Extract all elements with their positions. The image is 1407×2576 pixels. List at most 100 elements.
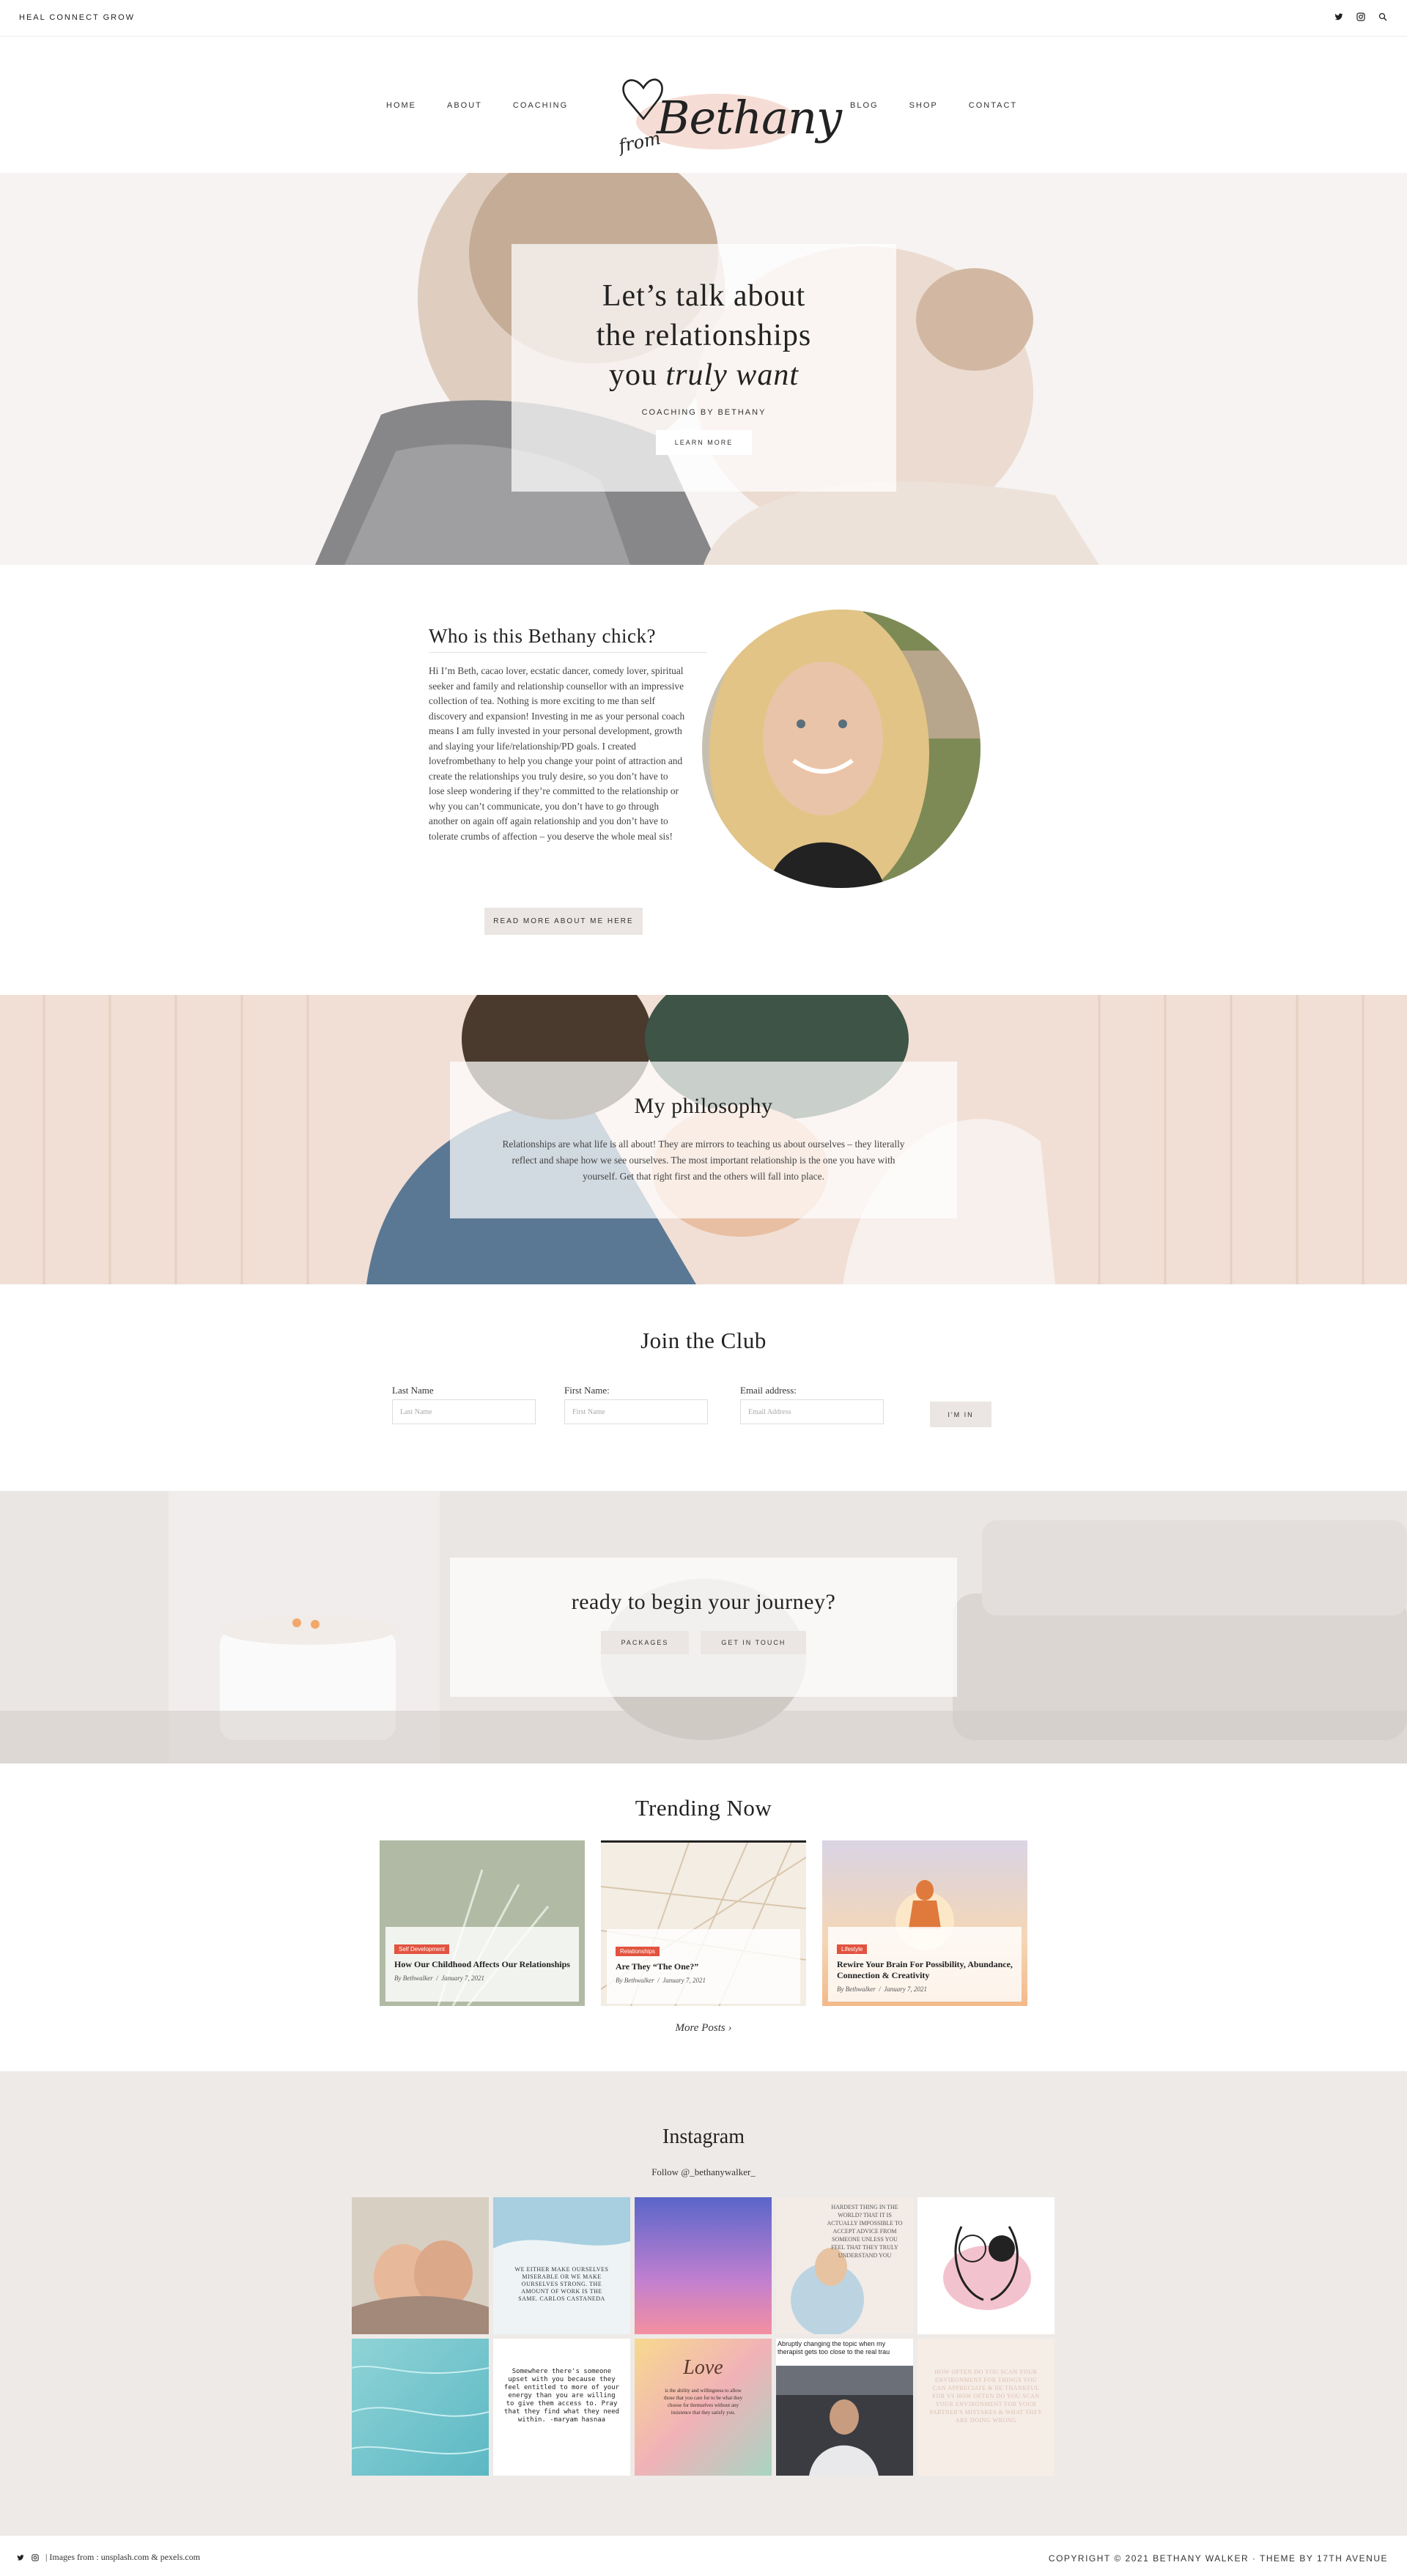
post-2-caption: Relationships Are They “The One?” By Bet… — [607, 1929, 800, 2004]
hero-section: Let’s talk about the relationships you t… — [0, 173, 1407, 565]
post-1-date: January 7, 2021 — [441, 1974, 484, 1982]
post-2-meta: By Bethwalker / January 7, 2021 — [616, 1977, 706, 1984]
journey-title: ready to begin your journey? — [571, 1590, 836, 1614]
philosophy-body: Relationships are what life is all about… — [502, 1139, 905, 1182]
nav-contact[interactable]: CONTACT — [969, 101, 1017, 110]
site-header: HOME ABOUT COACHING Bethany from BLOG SH… — [0, 37, 1407, 173]
instagram-tile-7[interactable]: Somewhere there's someone upset with you… — [493, 2339, 630, 2476]
footer-instagram-icon[interactable] — [31, 2553, 40, 2562]
trending-post-1[interactable]: Self Development How Our Childhood Affec… — [380, 1840, 585, 2006]
footer-credit: | Images from : unsplash.com & pexels.co… — [45, 2552, 201, 2562]
philosophy-section: My philosophy Relationships are what lif… — [0, 995, 1407, 1284]
footer-left: | Images from : unsplash.com & pexels.co… — [16, 2552, 200, 2563]
email-input[interactable]: Email Address — [740, 1399, 884, 1424]
last-name-label: Last Name — [392, 1385, 434, 1396]
tile-9-caption: Abruptly changing the topic when my ther… — [778, 2340, 890, 2355]
post-1-category[interactable]: Self Development — [394, 1944, 450, 1954]
about-divider — [429, 652, 707, 653]
hero-line-2: the relationships — [596, 319, 812, 352]
nav-blog[interactable]: BLOG — [850, 101, 879, 110]
packages-button[interactable]: PACKAGES — [600, 1631, 690, 1654]
footer-twitter-icon[interactable] — [16, 2553, 25, 2562]
tagline: HEAL CONNECT GROW — [19, 13, 136, 22]
post-3-date: January 7, 2021 — [884, 1985, 927, 1993]
top-bar: HEAL CONNECT GROW — [0, 0, 1407, 37]
post-3-author: By Bethwalker — [837, 1985, 876, 1993]
post-3-category[interactable]: Lifestyle — [837, 1944, 868, 1954]
instagram-icon[interactable] — [1354, 10, 1367, 23]
trending-post-2[interactable]: Relationships Are They “The One?” By Bet… — [601, 1840, 806, 2006]
post-3-meta: By Bethwalker / January 7, 2021 — [837, 1985, 927, 1993]
read-more-about-button[interactable]: READ MORE ABOUT ME HERE — [484, 908, 643, 935]
philosophy-card: My philosophy Relationships are what lif… — [450, 1062, 957, 1218]
post-1-meta: By Bethwalker / January 7, 2021 — [394, 1974, 484, 1982]
instagram-tile-8[interactable]: Love is the ability and willingness to a… — [635, 2339, 772, 2476]
journey-card: ready to begin your journey? PACKAGES GE… — [450, 1558, 957, 1697]
tile-8-script: Love — [683, 2356, 723, 2379]
more-posts-link[interactable]: More Posts › — [0, 2022, 1407, 2035]
tile-2-quote: WE EITHER MAKE OURSELVES MISERABLE OR WE… — [514, 2266, 609, 2302]
hero-subtitle: COACHING BY BETHANY — [641, 408, 767, 417]
instagram-tile-1[interactable] — [352, 2197, 489, 2334]
footer-copyright: COPYRIGHT © 2021 BETHANY WALKER · THEME … — [1048, 2553, 1388, 2564]
hero-line-3a: you — [608, 358, 657, 392]
post-2-title[interactable]: Are They “The One?” — [616, 1961, 791, 1972]
post-1-title[interactable]: How Our Childhood Affects Our Relationsh… — [394, 1959, 570, 1970]
post-3-title[interactable]: Rewire Your Brain For Possibility, Abund… — [837, 1959, 1013, 1981]
club-title: Join the Club — [640, 1328, 767, 1353]
instagram-title: Instagram — [662, 2125, 745, 2148]
instagram-tile-5[interactable] — [917, 2197, 1055, 2334]
post-3-caption: Lifestyle Rewire Your Brain For Possibil… — [828, 1927, 1022, 2002]
instagram-tile-4[interactable]: HARDEST THING IN THE WORLD? THAT IT IS A… — [776, 2197, 913, 2334]
portrait-photo — [702, 607, 986, 890]
hero-line-3b: truly want — [665, 358, 799, 392]
first-name-input[interactable]: First Name — [564, 1399, 708, 1424]
nav-home[interactable]: HOME — [386, 101, 416, 110]
instagram-tile-6[interactable] — [352, 2339, 489, 2476]
main-nav-left: HOME ABOUT COACHING — [386, 101, 568, 110]
logo-script-main: Bethany — [657, 91, 842, 144]
post-1-author: By Bethwalker — [394, 1974, 433, 1982]
get-in-touch-button[interactable]: GET IN TOUCH — [701, 1631, 807, 1654]
about-title: Who is this Bethany chick? — [429, 625, 656, 647]
tile-10-quote: HOW OFTEN DO YOU SCAN YOUR ENVIRONMENT F… — [929, 2369, 1043, 2424]
site-footer: | Images from : unsplash.com & pexels.co… — [0, 2536, 1407, 2576]
nav-coaching[interactable]: COACHING — [513, 101, 568, 110]
main-nav-right: BLOG SHOP CONTACT — [850, 101, 1017, 110]
tile-4-quote: HARDEST THING IN THE WORLD? THAT IT IS A… — [827, 2204, 903, 2259]
im-in-button[interactable]: I'M IN — [930, 1402, 991, 1427]
first-name-field: First Name: First Name — [564, 1385, 708, 1424]
twitter-icon[interactable] — [1332, 10, 1345, 23]
site-logo[interactable]: Bethany from — [614, 59, 842, 169]
post-2-author: By Bethwalker — [616, 1977, 654, 1984]
trending-post-3[interactable]: Lifestyle Rewire Your Brain For Possibil… — [822, 1840, 1027, 2006]
post-2-category[interactable]: Relationships — [616, 1947, 660, 1956]
last-name-input[interactable]: Last Name — [392, 1399, 536, 1424]
nav-about[interactable]: ABOUT — [447, 101, 482, 110]
instagram-follow[interactable]: Follow @_bethanywalker_ — [0, 2166, 1407, 2178]
email-field: Email address: Email Address — [740, 1385, 884, 1424]
tile-8-quote: is the ability and willingness to allow … — [663, 2388, 743, 2416]
last-name-field: Last Name Last Name — [392, 1385, 536, 1424]
instagram-section: Instagram Follow @_bethanywalker_ WE EIT… — [0, 2071, 1407, 2536]
instagram-tile-10[interactable]: HOW OFTEN DO YOU SCAN YOUR ENVIRONMENT F… — [917, 2339, 1055, 2476]
search-icon[interactable] — [1376, 10, 1389, 23]
nav-shop[interactable]: SHOP — [909, 101, 938, 110]
instagram-tile-9[interactable]: Abruptly changing the topic when my ther… — [776, 2339, 913, 2476]
tile-7-quote: Somewhere there's someone upset with you… — [503, 2368, 620, 2424]
hero-line-1: Let’s talk about — [602, 279, 806, 313]
about-body: Hi I’m Beth, cacao lover, ecstatic dance… — [429, 665, 685, 842]
post-1-caption: Self Development How Our Childhood Affec… — [385, 1927, 579, 2002]
top-social-icons — [1332, 10, 1389, 23]
philosophy-title: My philosophy — [634, 1094, 773, 1118]
email-label: Email address: — [740, 1385, 797, 1396]
trending-title: Trending Now — [635, 1795, 772, 1821]
hero-heading: Let’s talk about the relationships you t… — [512, 276, 896, 395]
instagram-tile-2[interactable]: WE EITHER MAKE OURSELVES MISERABLE OR WE… — [493, 2197, 630, 2334]
instagram-tile-3[interactable] — [635, 2197, 772, 2334]
first-name-label: First Name: — [564, 1385, 610, 1396]
hero-card: Let’s talk about the relationships you t… — [512, 244, 896, 492]
journey-section: ready to begin your journey? PACKAGES GE… — [0, 1491, 1407, 1763]
learn-more-button[interactable]: LEARN MORE — [655, 430, 753, 455]
post-2-date: January 7, 2021 — [662, 1977, 706, 1984]
